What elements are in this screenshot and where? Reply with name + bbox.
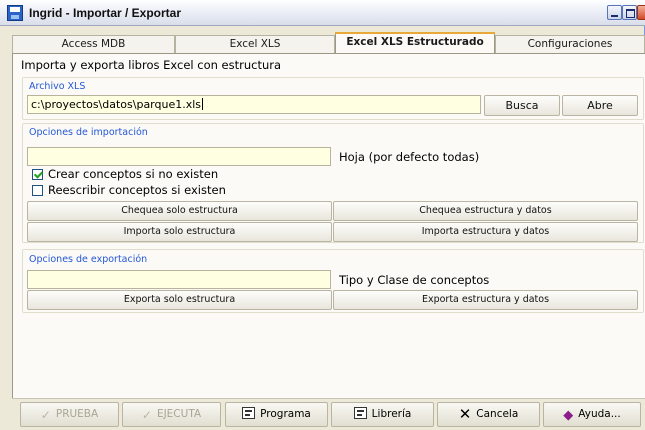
tab-configuraciones[interactable]: Configuraciones bbox=[495, 35, 645, 53]
abre-button[interactable]: Abre bbox=[562, 95, 638, 116]
document-icon bbox=[242, 407, 256, 419]
minimize-button[interactable] bbox=[607, 5, 622, 20]
chequea-estructura-datos-button[interactable]: Chequea estructura y datos bbox=[333, 201, 638, 221]
importacion-title: Opciones de importación bbox=[29, 127, 148, 138]
reescribir-conceptos-checkbox[interactable] bbox=[32, 185, 43, 196]
main-window: Ingrid - Importar / Exportar Access MDB … bbox=[0, 0, 645, 430]
title-bar[interactable]: Ingrid - Importar / Exportar bbox=[0, 0, 645, 26]
close-button[interactable] bbox=[637, 5, 645, 20]
document-icon bbox=[353, 407, 367, 419]
tab-excel-xls-estructurado[interactable]: Excel XLS Estructurado bbox=[335, 32, 495, 54]
libreria-label: Librería bbox=[371, 408, 412, 420]
importa-solo-estructura-button[interactable]: Importa solo estructura bbox=[27, 222, 332, 242]
prueba-button[interactable]: ✓ PRUEBA bbox=[20, 402, 119, 427]
tipo-clase-input[interactable] bbox=[27, 270, 331, 289]
tipo-clase-label: Tipo y Clase de conceptos bbox=[339, 273, 490, 287]
reescribir-conceptos-label: Reescribir conceptos si existen bbox=[48, 183, 226, 197]
prueba-label: PRUEBA bbox=[55, 408, 99, 420]
archivo-xls-title: Archivo XLS bbox=[29, 81, 86, 92]
ejecuta-label: EJECUTA bbox=[156, 408, 202, 420]
ejecuta-button[interactable]: ✓ EJECUTA bbox=[122, 402, 221, 427]
close-icon: ✕ bbox=[458, 405, 472, 423]
checkmark-icon: ✓ bbox=[40, 408, 51, 422]
window-title: Ingrid - Importar / Exportar bbox=[29, 6, 182, 20]
ayuda-button[interactable]: ◆ Ayuda... bbox=[543, 402, 641, 427]
tab-access-mdb[interactable]: Access MDB bbox=[12, 35, 175, 53]
ayuda-label: Ayuda... bbox=[578, 408, 621, 420]
checkmark-icon: ✓ bbox=[141, 408, 152, 422]
crear-conceptos-label: Crear conceptos si no existen bbox=[48, 167, 219, 181]
exporta-estructura-datos-button[interactable]: Exporta estructura y datos bbox=[333, 290, 638, 310]
hoja-label: Hoja (por defecto todas) bbox=[339, 150, 480, 164]
cancela-label: Cancela bbox=[476, 408, 519, 420]
tab-excel-xls[interactable]: Excel XLS bbox=[175, 35, 335, 53]
programa-button[interactable]: Programa bbox=[225, 402, 328, 427]
xls-path-input[interactable]: c:\proyectos\datos\parque1.xls bbox=[27, 95, 481, 114]
text-caret bbox=[202, 98, 204, 110]
importa-estructura-datos-button[interactable]: Importa estructura y datos bbox=[333, 222, 638, 242]
libreria-button[interactable]: Librería bbox=[331, 402, 434, 427]
hoja-input[interactable] bbox=[27, 147, 331, 166]
exporta-solo-estructura-button[interactable]: Exporta solo estructura bbox=[27, 290, 332, 310]
exportacion-title: Opciones de exportación bbox=[29, 254, 148, 265]
programa-label: Programa bbox=[260, 408, 311, 420]
cancela-button[interactable]: ✕ Cancela bbox=[437, 402, 540, 427]
busca-button[interactable]: Busca bbox=[484, 95, 560, 116]
crear-conceptos-checkbox[interactable] bbox=[32, 169, 43, 180]
chequea-solo-estructura-button[interactable]: Chequea solo estructura bbox=[27, 201, 332, 221]
panel-description: Importa y exporta libros Excel con estru… bbox=[21, 58, 282, 72]
floppy-disk-icon bbox=[7, 5, 23, 21]
maximize-button[interactable] bbox=[622, 5, 637, 20]
book-icon: ◆ bbox=[563, 408, 574, 423]
xls-path-value: c:\proyectos\datos\parque1.xls bbox=[31, 98, 202, 111]
